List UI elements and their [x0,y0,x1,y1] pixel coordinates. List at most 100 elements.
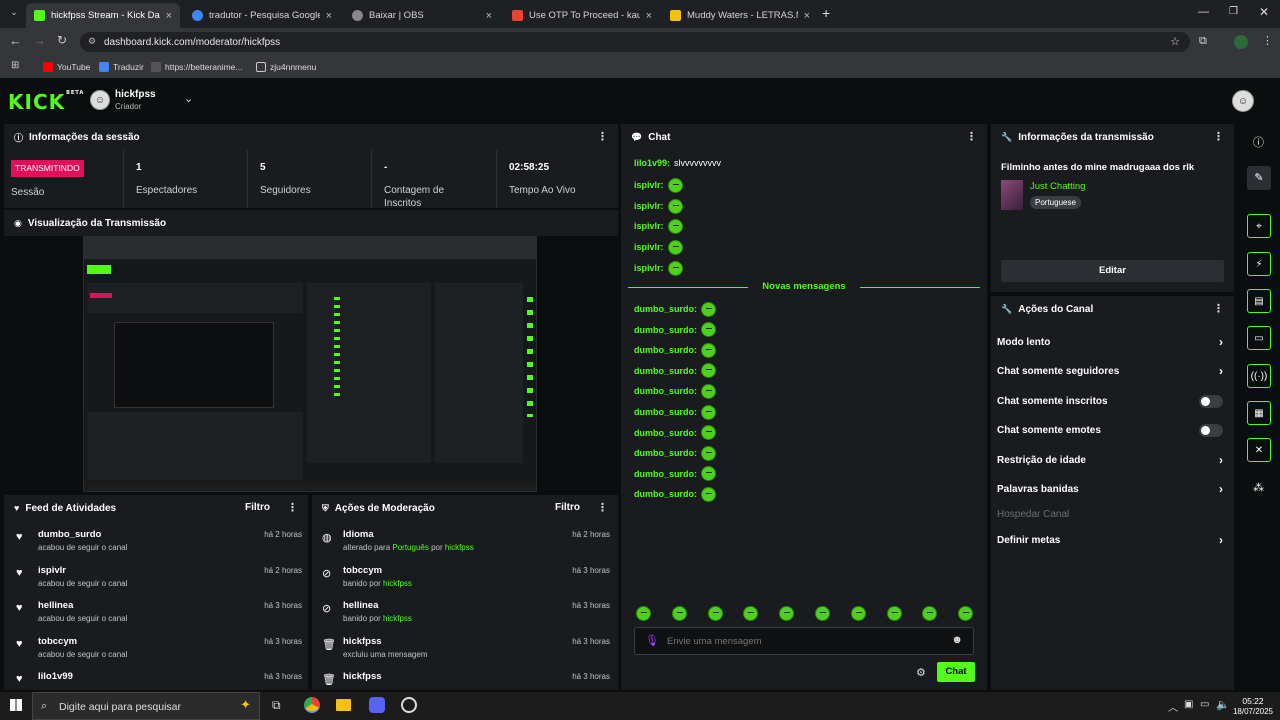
emote-icon[interactable] [667,218,683,234]
channel-action-item[interactable]: Palavras banidas › [997,479,1229,499]
edit-button[interactable]: Editar [1001,260,1224,282]
chat-username[interactable]: dumbo_surdo: [634,407,697,417]
chat-username[interactable]: dumbo_surdo: [634,489,697,499]
more-options-icon[interactable]: ⋮ [966,130,977,143]
cluster-icon[interactable]: ⁂ [1253,481,1264,494]
chrome-taskbar-icon[interactable] [304,697,320,713]
volume-icon[interactable]: 🔈 [1216,698,1230,711]
tray-chevron-icon[interactable]: ︿ [1168,699,1178,714]
chat-username[interactable]: ispivlr: [634,180,664,190]
chat-username[interactable]: dumbo_surdo: [634,366,697,376]
info-icon[interactable]: ⓘ [1253,134,1264,150]
back-icon[interactable]: ← [9,33,22,48]
chat-username[interactable]: ispivlr: [634,242,664,252]
stream-preview-video[interactable] [83,236,537,492]
broadcast-icon[interactable]: ((·)) [1247,364,1271,388]
clock-date[interactable]: 18/07/2025 [1230,707,1276,716]
discord-icon[interactable] [369,697,385,713]
edit-pencil-icon[interactable]: ✎ [1247,166,1271,190]
category-link[interactable]: Just Chatting [1030,181,1085,192]
emote-icon[interactable] [667,239,683,255]
bookmark-star-icon[interactable]: ☆ [1170,35,1180,48]
chat-username[interactable]: dumbo_surdo: [634,469,697,479]
emote-icon[interactable] [701,486,716,502]
emote-icon[interactable] [701,301,716,317]
document-icon[interactable]: ▤ [1247,289,1271,313]
obs-icon[interactable] [401,697,417,713]
chevron-down-icon[interactable]: ⌄ [184,92,193,105]
emote-icon[interactable] [701,466,716,482]
emote-icon[interactable] [707,606,723,621]
channel-action-item[interactable]: Chat somente seguidores › [997,361,1229,381]
more-options-icon[interactable]: ⋮ [597,130,608,143]
channel-action-item[interactable]: Definir metas › [997,530,1229,550]
emote-icon[interactable] [815,606,830,621]
filter-button[interactable]: Filtro [555,502,580,513]
windows-start-icon[interactable] [10,699,22,711]
lightning-icon[interactable]: ⚡ [1247,252,1271,276]
clock-time[interactable]: 05:22 [1232,696,1274,706]
chat-settings-icon[interactable]: ⚙ [916,666,926,679]
emote-icon[interactable] [701,363,716,379]
emote-icon[interactable] [667,177,683,193]
chat-input[interactable] [667,633,947,649]
close-icon[interactable]: × [646,10,652,22]
tab-kick-dashboard[interactable]: hickfpss Stream - Kick Dashbo × [26,3,180,28]
emote-icon[interactable] [701,445,716,461]
more-options-icon[interactable]: ⋮ [287,501,298,514]
chat-username[interactable]: dumbo_surdo: [634,304,697,314]
emote-icon[interactable] [701,404,716,420]
chat-username[interactable]: dumbo_surdo: [634,428,697,438]
chat-username[interactable]: dumbo_surdo: [634,386,697,396]
task-view-icon[interactable]: ⧉ [272,698,281,713]
chat-username[interactable]: dumbo_surdo: [634,325,697,335]
chat-bubble-icon[interactable]: ▭ [1247,326,1271,350]
chat-username[interactable]: dumbo_surdo: [634,345,697,355]
chat-input-box[interactable]: 🎙 ☻ [634,627,974,655]
chat-username[interactable]: ispivlr: [634,221,664,231]
file-explorer-icon[interactable] [336,699,351,711]
tray-app-icon[interactable]: ▣ [1184,699,1193,710]
channel-action-item[interactable]: Chat somente inscritos [997,391,1229,411]
browser-menu-icon[interactable]: ⋮ [1262,34,1273,47]
chat-username[interactable]: dumbo_surdo: [634,448,697,458]
bookmark-youtube[interactable]: YouTube [43,60,90,74]
emote-icon[interactable] [701,322,716,338]
tab-search-icon[interactable]: ⌄ [6,7,22,21]
taskbar-search-box[interactable]: ⌕ Digite aqui para pesquisar ✦ [32,692,260,720]
network-icon[interactable]: ▭ [1200,699,1209,710]
close-icon[interactable]: × [804,10,810,22]
minimize-icon[interactable]: — [1198,6,1209,18]
close-window-icon[interactable]: ✕ [1259,5,1269,19]
layers-icon[interactable]: ▦ [1247,401,1271,425]
tab-obs[interactable]: Baixar | OBS × [344,3,500,28]
extensions-icon[interactable]: ⧉ [1199,35,1207,48]
address-bar[interactable]: ⚙ dashboard.kick.com/moderator/hickfpss … [80,32,1190,52]
kick-logo[interactable]: KICKBETA [8,90,84,114]
more-options-icon[interactable]: ⋮ [1213,302,1224,315]
bookmark-betteranime[interactable]: https://betteranime... [151,60,242,74]
emote-icon[interactable] [886,606,902,621]
new-tab-icon[interactable]: + [822,5,830,21]
emote-icon[interactable] [667,198,683,214]
send-chat-button[interactable]: Chat [937,662,975,682]
channel-action-item[interactable]: Restrição de idade › [997,450,1229,470]
emote-icon[interactable] [636,606,651,621]
close-icon[interactable]: × [166,10,172,22]
emote-icon[interactable] [701,342,716,358]
close-icon[interactable]: × [486,10,492,22]
apps-grid-icon[interactable]: ⊞ [11,60,19,71]
toggle-switch[interactable] [1199,395,1223,408]
emote-icon[interactable] [667,260,683,276]
reload-icon[interactable]: ↻ [57,33,67,47]
microphone-icon[interactable]: 🎙 [645,634,659,647]
forward-icon[interactable]: → [33,33,46,48]
tools-icon[interactable]: ✕ [1247,438,1271,462]
chat-username[interactable]: ispivlr: [634,263,664,273]
tab-google-translate[interactable]: tradutor - Pesquisa Google × [184,3,340,28]
bookmark-folder[interactable]: zju4nnmenu [256,60,316,74]
emote-icon[interactable] [701,425,716,441]
tab-letras[interactable]: Muddy Waters - LETRAS.MUS.B × [662,3,818,28]
creator-avatar[interactable]: ☺ [90,90,110,110]
more-options-icon[interactable]: ⋮ [1213,130,1224,143]
